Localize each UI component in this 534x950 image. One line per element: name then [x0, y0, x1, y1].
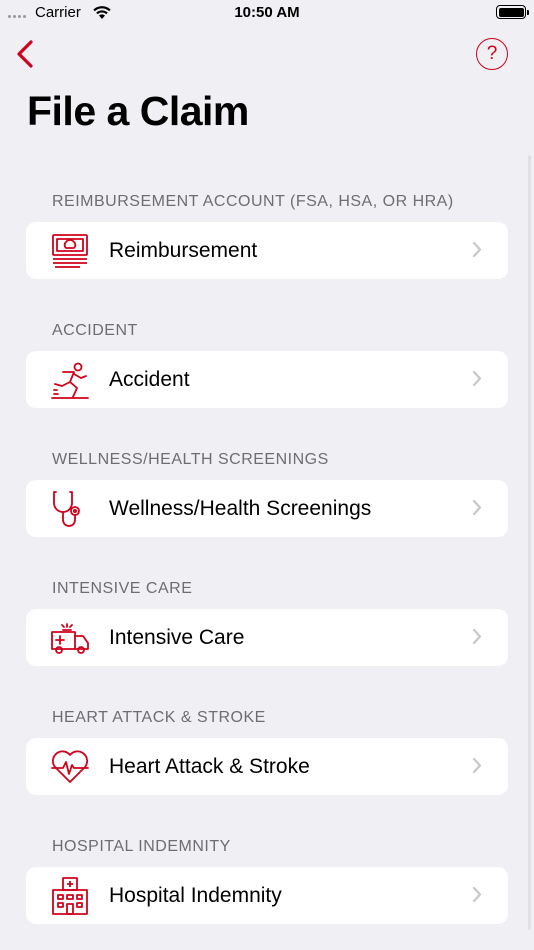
chevron-right-icon: [472, 499, 482, 516]
section-header: ACCIDENT: [52, 322, 138, 339]
section-header: HEART ATTACK & STROKE: [52, 709, 266, 726]
section-wellness: WELLNESS/HEALTH SCREENINGS Wellness/Heal…: [26, 448, 508, 537]
row-label: Hospital Indemnity: [109, 883, 282, 907]
row-accident[interactable]: Accident: [26, 351, 508, 408]
hospital-icon: [50, 876, 90, 916]
section-header: HOSPITAL INDEMNITY: [52, 838, 231, 855]
clock: 10:50 AM: [234, 4, 300, 21]
scroll-indicator: [528, 155, 531, 930]
section-reimbursement: REIMBURSEMENT ACCOUNT (FSA, HSA, OR HRA)…: [26, 190, 508, 279]
row-heart-attack[interactable]: Heart Attack & Stroke: [26, 738, 508, 795]
money-stack-icon: [50, 231, 90, 271]
heartbeat-icon: [50, 747, 90, 787]
section-header: WELLNESS/HEALTH SCREENINGS: [52, 451, 329, 468]
row-intensive-care[interactable]: Intensive Care: [26, 609, 508, 666]
row-reimbursement[interactable]: Reimbursement: [26, 222, 508, 279]
back-button[interactable]: [14, 38, 38, 72]
status-bar: Carrier 10:50 AM: [0, 0, 534, 28]
section-header: INTENSIVE CARE: [52, 580, 193, 597]
row-label: Intensive Care: [109, 625, 245, 649]
row-label: Reimbursement: [109, 238, 258, 262]
chevron-right-icon: [472, 628, 482, 645]
row-label: Accident: [109, 367, 190, 391]
row-hospital-indemnity[interactable]: Hospital Indemnity: [26, 867, 508, 924]
chevron-right-icon: [472, 241, 482, 258]
row-wellness[interactable]: Wellness/Health Screenings: [26, 480, 508, 537]
battery-icon: [496, 5, 529, 19]
section-hospital-indemnity: HOSPITAL INDEMNITY Hospital Indemnity: [26, 835, 508, 924]
help-icon: ?: [486, 43, 498, 64]
section-header: REIMBURSEMENT ACCOUNT (FSA, HSA, OR HRA): [52, 193, 454, 210]
chevron-right-icon: [472, 370, 482, 387]
row-label: Heart Attack & Stroke: [109, 754, 310, 778]
row-label: Wellness/Health Screenings: [109, 496, 372, 520]
chevron-right-icon: [472, 757, 482, 774]
ambulance-icon: [50, 618, 90, 658]
section-intensive-care: INTENSIVE CARE Intensive Care: [26, 577, 508, 666]
chevron-right-icon: [472, 886, 482, 903]
section-accident: ACCIDENT Accident: [26, 319, 508, 408]
page-title: File a Claim: [27, 88, 249, 134]
chevron-left-icon: [17, 40, 33, 68]
help-button[interactable]: ?: [476, 38, 508, 70]
section-heart-attack: HEART ATTACK & STROKE Heart Attack & Str…: [26, 706, 508, 795]
stethoscope-icon: [50, 489, 90, 529]
slip-fall-icon: [50, 360, 90, 400]
